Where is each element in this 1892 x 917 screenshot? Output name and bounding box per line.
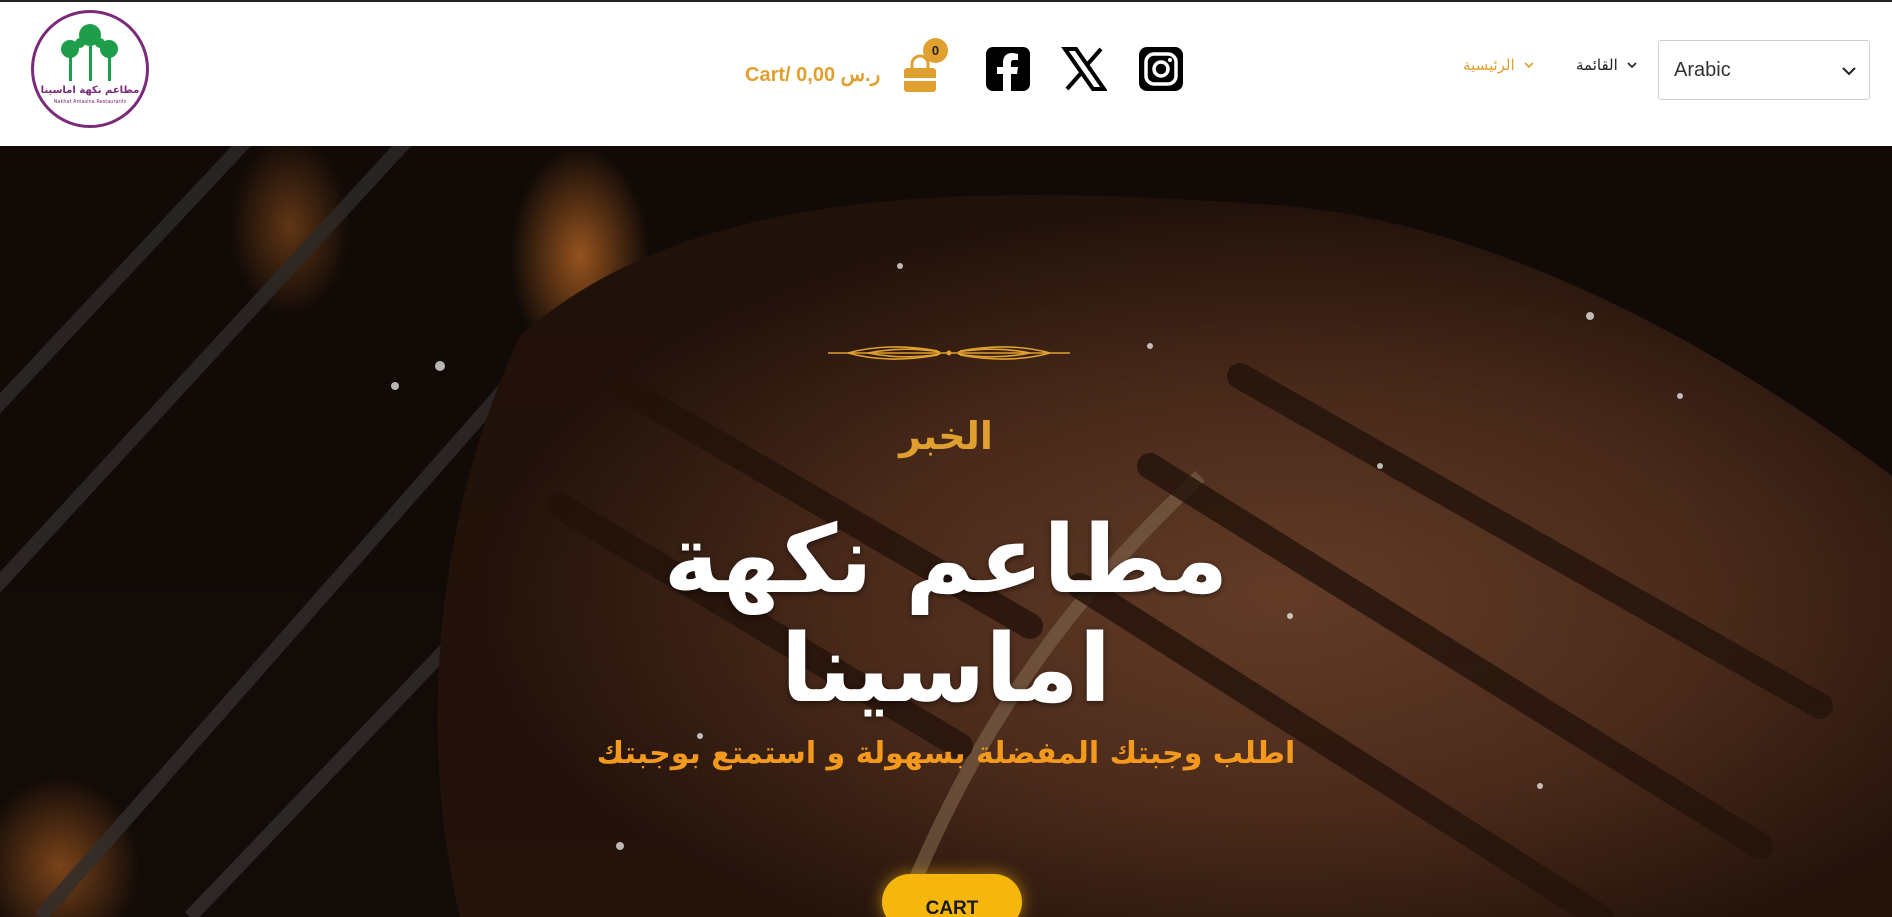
cart-currency: ر.س <box>840 63 881 86</box>
x-twitter-link[interactable] <box>1061 46 1108 92</box>
logo-english-name: Nakhat Amasina Restaurants <box>53 99 127 105</box>
chevron-down-icon <box>1524 62 1534 69</box>
instagram-icon <box>1139 47 1183 91</box>
decorative-ornament-icon <box>828 346 1070 360</box>
chevron-down-icon <box>1627 62 1637 69</box>
restaurant-logo[interactable]: مطاعم نكهة اماسينا Nakhat Amasina Restau… <box>31 10 149 128</box>
cart-summary: Cart/ ر.س 0,00 <box>745 62 880 87</box>
facebook-link[interactable] <box>985 46 1031 92</box>
cart-amount: 0,00 <box>796 63 836 86</box>
hero-title: مطاعم نكهة اماسينا <box>663 506 1229 724</box>
facebook-icon <box>986 47 1030 91</box>
header-cart-link[interactable]: Cart/ ر.س 0,00 <box>745 54 938 94</box>
instagram-link[interactable] <box>1138 46 1184 92</box>
cart-label: Cart/ <box>745 63 791 86</box>
hero-location-label: الخبر <box>899 414 993 458</box>
hero-cart-button[interactable]: CART <box>882 874 1022 917</box>
x-twitter-icon <box>1061 47 1108 91</box>
nav-home[interactable]: الرئيسية <box>1463 56 1535 74</box>
language-selected-value: Arabic <box>1674 59 1731 81</box>
hero-subtitle: اطلب وجبتك المفضلة بسهولة و استمتع بوجبت… <box>596 736 1296 771</box>
nav-menu-label: القائمة <box>1576 56 1618 74</box>
cart-count-badge: 0 <box>923 38 948 63</box>
logo-arabic-name: مطاعم نكهة اماسينا <box>40 85 140 96</box>
hero-banner: الخبر مطاعم نكهة اماسينا اطلب وجبتك المف… <box>0 146 1892 917</box>
palm-trees-icon <box>61 24 118 81</box>
nav-home-label: الرئيسية <box>1463 56 1515 74</box>
site-header: مطاعم نكهة اماسينا Nakhat Amasina Restau… <box>0 2 1892 146</box>
chevron-down-icon <box>1842 67 1856 76</box>
language-select[interactable]: Arabic <box>1658 40 1870 100</box>
nav-menu[interactable]: القائمة <box>1576 56 1638 74</box>
